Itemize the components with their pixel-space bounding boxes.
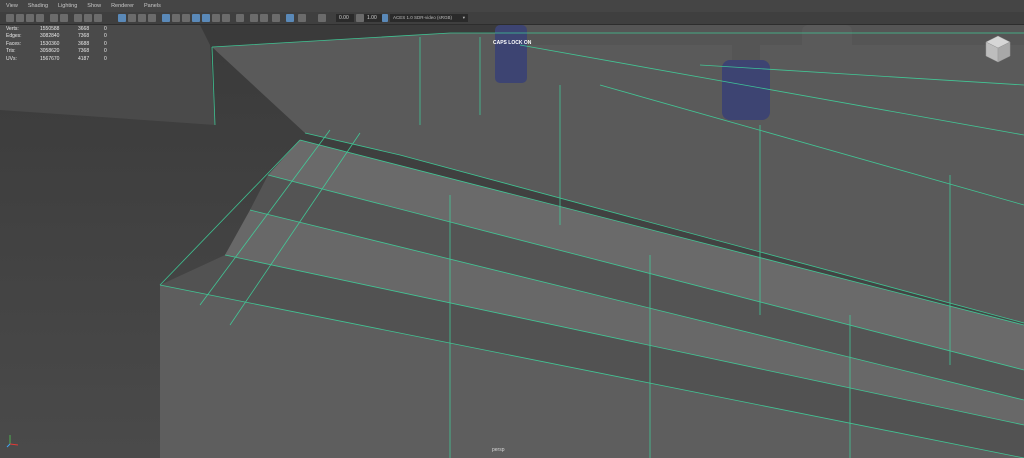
hud-total: 3058620	[40, 48, 60, 55]
pillar-left	[495, 25, 527, 83]
hud-row: Verts: 1550588 3668 0	[6, 25, 114, 33]
heads-up-display: Verts: 1550588 3668 0 Edges: 3082840 736…	[6, 25, 114, 63]
xray-joints-icon[interactable]	[182, 14, 190, 22]
hud-selected: 7368	[78, 48, 90, 55]
hud-total: 1550588	[40, 25, 60, 32]
hud-extra: 0	[104, 25, 107, 32]
hud-label: Verts:	[6, 25, 19, 32]
hud-label: Edges:	[6, 33, 22, 40]
menu-panels[interactable]: Panels	[144, 3, 161, 9]
wireframe-icon[interactable]	[118, 14, 126, 22]
wireframe-on-shaded-icon[interactable]	[162, 14, 170, 22]
hud-selected: 4187	[78, 55, 90, 62]
hud-label: Tris:	[6, 48, 16, 55]
color-space-value: ACES 1.0 SDR-video (sRGB)	[393, 15, 453, 20]
viewport-3d[interactable]	[0, 25, 1024, 458]
axis-gizmo-icon	[6, 435, 19, 448]
hud-extra: 0	[104, 48, 107, 55]
chevron-down-icon: ▾	[462, 15, 465, 20]
select-camera-icon[interactable]	[6, 14, 14, 22]
hud-selected: 3668	[78, 25, 90, 32]
bounding-box-icon[interactable]	[148, 14, 156, 22]
shadows-icon[interactable]	[212, 14, 220, 22]
hud-total: 3082840	[40, 33, 60, 40]
grid-icon[interactable]	[74, 14, 82, 22]
hud-row: UVs: 1567670 4187 0	[6, 55, 114, 63]
flat-shade-icon[interactable]	[138, 14, 146, 22]
menu-shading[interactable]: Shading	[28, 3, 48, 9]
motion-blur-icon[interactable]	[236, 14, 244, 22]
menu-view[interactable]: View	[6, 3, 18, 9]
textured-icon[interactable]	[192, 14, 200, 22]
isolate-select-icon[interactable]	[272, 14, 280, 22]
xray-icon[interactable]	[172, 14, 180, 22]
2d-pan-zoom-icon[interactable]	[60, 14, 68, 22]
color-management-icon[interactable]	[286, 14, 294, 22]
hud-selected: 3688	[78, 40, 90, 47]
film-gate-icon[interactable]	[84, 14, 92, 22]
menu-renderer[interactable]: Renderer	[111, 3, 134, 9]
gamma-icon[interactable]	[318, 14, 326, 22]
exposure-icon[interactable]	[298, 14, 306, 22]
color-space-dropdown[interactable]: ACES 1.0 SDR-video (sRGB) ▾	[390, 14, 468, 22]
view-transform-icon[interactable]	[356, 14, 364, 22]
viewcube-icon[interactable]	[984, 34, 1012, 64]
hud-selected: 7368	[78, 33, 90, 40]
hud-extra: 0	[104, 33, 107, 40]
camera-name-label: persp	[492, 447, 505, 453]
anti-aliasing-icon[interactable]	[250, 14, 258, 22]
lights-icon[interactable]	[202, 14, 210, 22]
exposure-field[interactable]: 0.00	[336, 14, 354, 22]
hud-label: Faces:	[6, 40, 22, 47]
resolution-gate-icon[interactable]	[94, 14, 102, 22]
menu-lighting[interactable]: Lighting	[58, 3, 77, 9]
image-plane-icon[interactable]	[36, 14, 44, 22]
color-space-toggle-icon[interactable]	[382, 14, 388, 22]
grease-pencil-icon[interactable]	[50, 14, 58, 22]
smooth-shade-icon[interactable]	[128, 14, 136, 22]
hud-row: Faces: 1530360 3688 0	[6, 40, 114, 48]
menu-show[interactable]: Show	[87, 3, 101, 9]
camera-attributes-icon[interactable]	[16, 14, 24, 22]
hud-total: 1530360	[40, 40, 60, 47]
hud-row: Edges: 3082840 7368 0	[6, 33, 114, 41]
hud-extra: 0	[104, 55, 107, 62]
bookmark-icon[interactable]	[26, 14, 34, 22]
panel-toolbar: 0.00 1.00 ACES 1.0 SDR-video (sRGB) ▾	[0, 12, 1024, 25]
hud-total: 1567670	[40, 55, 60, 62]
depth-of-field-icon[interactable]	[260, 14, 268, 22]
hud-label: UVs:	[6, 55, 17, 62]
panel-menu-bar: View Shading Lighting Show Renderer Pane…	[0, 0, 1024, 12]
gamma-field[interactable]: 1.00	[364, 14, 382, 22]
caps-lock-indicator: CAPS LOCK ON	[493, 40, 532, 46]
maya-app: View Shading Lighting Show Renderer Pane…	[0, 0, 1024, 458]
ambient-occlusion-icon[interactable]	[222, 14, 230, 22]
hud-row: Tris: 3058620 7368 0	[6, 48, 114, 56]
hud-extra: 0	[104, 40, 107, 47]
